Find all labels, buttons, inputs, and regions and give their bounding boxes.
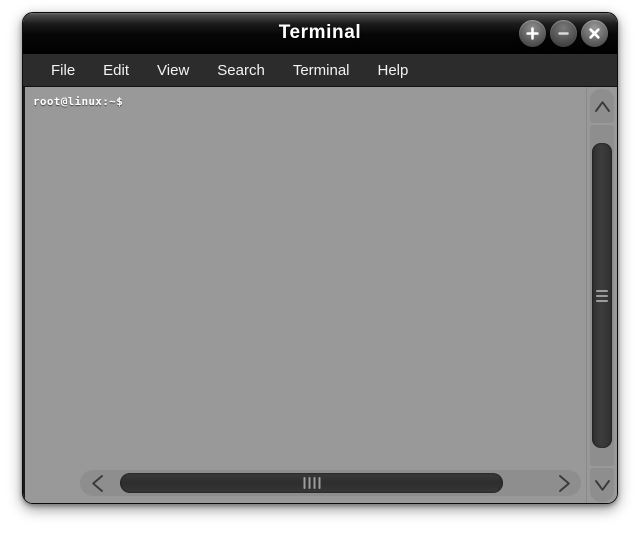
title-bar[interactable]: Terminal <box>23 13 617 54</box>
horizontal-scrollbar[interactable] <box>80 470 581 496</box>
menu-item-help[interactable]: Help <box>364 59 423 83</box>
terminal-window: Terminal File Edit View Search Terminal … <box>22 12 618 504</box>
horizontal-scroll-thumb[interactable] <box>120 473 503 493</box>
menu-item-edit[interactable]: Edit <box>89 59 143 83</box>
menu-item-view[interactable]: View <box>143 59 203 83</box>
scroll-left-button[interactable] <box>80 470 114 496</box>
horizontal-thumb-grip <box>303 477 320 489</box>
close-button[interactable] <box>581 20 608 47</box>
maximize-button[interactable] <box>519 20 546 47</box>
vertical-scroll-track[interactable] <box>590 125 614 466</box>
window-controls <box>519 20 608 47</box>
menu-bar: File Edit View Search Terminal Help <box>23 54 617 87</box>
vertical-scrollbar[interactable] <box>586 87 617 503</box>
vertical-scroll-thumb[interactable] <box>592 143 612 448</box>
horizontal-scroll-track[interactable] <box>116 472 545 494</box>
terminal-screen[interactable]: root@linux:~$ <box>25 87 587 503</box>
scroll-down-button[interactable] <box>590 468 614 502</box>
terminal-prompt-line: root@linux:~$ <box>33 95 123 108</box>
menu-item-search[interactable]: Search <box>203 59 279 83</box>
menu-item-terminal[interactable]: Terminal <box>279 59 364 83</box>
menu-item-file[interactable]: File <box>37 59 89 83</box>
scroll-up-button[interactable] <box>590 89 614 123</box>
scroll-right-button[interactable] <box>547 470 581 496</box>
vertical-thumb-grip <box>596 289 608 302</box>
terminal-body: root@linux:~$ <box>23 87 617 503</box>
minimize-button[interactable] <box>550 20 577 47</box>
